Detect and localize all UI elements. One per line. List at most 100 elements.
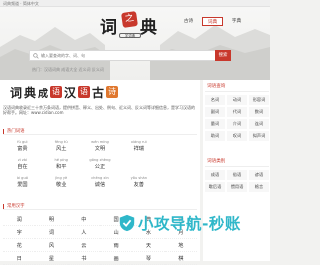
char-item[interactable]: 人 — [67, 228, 100, 239]
sidebar-link[interactable]: 副词 — [205, 107, 225, 117]
tab-dictionary[interactable]: 词典 — [202, 17, 223, 26]
char-item[interactable]: 星 — [35, 254, 68, 265]
word-text: 爱国 — [17, 182, 28, 188]
banner-char: 词 — [10, 85, 23, 100]
char-item[interactable]: 字 — [3, 228, 36, 239]
word-item[interactable] — [119, 158, 158, 173]
sidebar-link[interactable]: 连词 — [249, 119, 269, 129]
word-item[interactable]: ài guó 爱国 — [3, 176, 42, 191]
sidebar-link[interactable]: 代词 — [227, 107, 247, 117]
char-item[interactable]: 云 — [67, 241, 100, 252]
word-item[interactable]: chéng xìn 诚信 — [81, 176, 120, 191]
char-item[interactable]: 词 — [35, 228, 68, 239]
watermark-text: 小攻导航-秒账 — [138, 215, 241, 233]
sidebar-link[interactable]: 介词 — [227, 119, 247, 129]
panel-title: 词语类别 — [205, 158, 269, 167]
top-bar-crumb: 词典频道 · 简体中文 — [3, 1, 39, 6]
sidebar-link[interactable]: 惯用语 — [227, 182, 247, 192]
top-bar: 词典频道 · 简体中文 — [0, 0, 270, 7]
banner-char: 汉 — [64, 85, 77, 100]
word-text: 友善 — [133, 182, 144, 188]
word-text: 祥瑞 — [133, 146, 144, 152]
word-text: 自在 — [17, 164, 28, 170]
char-item[interactable]: 花 — [3, 241, 36, 252]
sidebar-link[interactable]: 格言 — [249, 182, 269, 192]
sidebar-link[interactable]: 叹词 — [227, 131, 247, 141]
sidebar-link[interactable]: 拟声词 — [249, 131, 269, 141]
banner-char: 古 — [92, 85, 105, 100]
sidebar-link[interactable]: 数词 — [249, 107, 269, 117]
banner-char: 典 — [24, 85, 37, 100]
char-item[interactable]: 明 — [35, 215, 68, 226]
char-item[interactable]: 风 — [35, 241, 68, 252]
word-text: 和平 — [56, 164, 67, 170]
word-item[interactable]: gōng zhèng 公正 — [81, 158, 120, 173]
hot-searches: 热门：汉语词典 成语大全 近义词 反义词 — [32, 67, 104, 72]
site-logo[interactable]: 词 之 典 字词典 — [100, 9, 164, 49]
intro-text: 汉语词典收录近三十余万条词语，提供拼音、释义、出处、例句、近义词、反义词等详细信… — [3, 105, 195, 116]
word-item[interactable]: zì zài 自在 — [3, 158, 42, 173]
char-item[interactable]: 琴 — [132, 254, 165, 265]
watermark: 小攻导航-秒账 — [118, 211, 241, 235]
sidebar-link[interactable]: 动词 — [227, 95, 247, 105]
sidebar-link[interactable]: 形容词 — [249, 95, 269, 105]
logo-char-left: 词 — [100, 18, 117, 38]
word-item[interactable]: fù guì 富贵 — [3, 140, 42, 155]
banner-char: 成 — [38, 88, 49, 100]
char-item[interactable]: 棋 — [164, 254, 197, 265]
word-item[interactable] — [158, 176, 197, 191]
section-header-words: 热门词语 — [3, 129, 197, 135]
char-item[interactable]: 画 — [99, 254, 133, 265]
banner-seal: 诗 — [106, 86, 119, 98]
word-item[interactable]: jìng yè 敬业 — [42, 176, 81, 191]
search-bar: 搜索 — [29, 50, 231, 61]
section-title: 常用汉字 — [7, 204, 25, 209]
panel-grid: 成语 俗语 谚语 歇后语 惯用语 格言 — [205, 170, 269, 192]
tab-poems[interactable]: 古诗 — [178, 17, 199, 26]
word-item[interactable] — [158, 158, 197, 173]
banner-seal: 语 — [50, 86, 63, 98]
word-text: 文明 — [94, 146, 106, 152]
word-text: 诚信 — [94, 182, 106, 188]
main-nav: 古诗 词典 字典 — [178, 17, 247, 26]
banner-seal: 语 — [78, 86, 91, 98]
sidebar-link[interactable]: 谚语 — [249, 170, 269, 180]
word-text: 风土 — [56, 146, 67, 152]
word-grid: fù guì 富贵 fēng tǔ 风土 wén míng 文明 xiáng ruì 祥… — [3, 140, 197, 191]
word-item[interactable]: xiáng ruì 祥瑞 — [119, 140, 158, 155]
sidebar-panel-categories: 词语类别 成语 俗语 谚语 歇后语 惯用语 格言 — [205, 158, 269, 192]
word-item[interactable] — [158, 140, 197, 155]
sidebar-panel-query: 词语查询 名词 动词 形容词 副词 代词 数词 量词 介词 连词 助词 叹词 拟… — [205, 83, 269, 141]
sidebar-link[interactable]: 名词 — [205, 95, 225, 105]
char-item[interactable]: 地 — [164, 241, 197, 252]
shield-check-icon — [119, 214, 135, 232]
panel-title: 词语查询 — [205, 83, 269, 92]
sidebar-link[interactable]: 歇后语 — [205, 182, 225, 192]
char-item[interactable]: 天 — [132, 241, 165, 252]
logo-char-right: 典 — [140, 18, 157, 38]
logo-subtitle: 字词典 — [119, 33, 141, 38]
word-text: 富贵 — [17, 146, 28, 152]
sidebar-link[interactable]: 俗语 — [227, 170, 247, 180]
search-button[interactable]: 搜索 — [215, 50, 231, 61]
char-item[interactable]: 日 — [3, 254, 36, 265]
section-header-chars: 常用汉字 — [3, 204, 197, 210]
search-input[interactable] — [41, 51, 211, 60]
search-icon — [33, 53, 39, 59]
char-item[interactable]: 书 — [67, 254, 100, 265]
char-item[interactable]: 中 — [67, 215, 100, 226]
word-item[interactable]: fēng tǔ 风土 — [42, 140, 81, 155]
tab-characters[interactable]: 字典 — [226, 17, 247, 26]
word-item[interactable]: yǒu shàn 友善 — [119, 176, 158, 191]
char-item[interactable]: 雨 — [99, 241, 133, 252]
logo-seal: 之 — [121, 11, 138, 28]
word-item[interactable]: wén míng 文明 — [81, 140, 120, 155]
sidebar-link[interactable]: 成语 — [205, 170, 225, 180]
sidebar-link[interactable]: 助词 — [205, 131, 225, 141]
char-item[interactable]: 润 — [3, 215, 36, 226]
word-text: 公正 — [94, 164, 106, 170]
section-title: 热门词语 — [7, 129, 25, 134]
word-item[interactable]: hé píng 和平 — [42, 158, 81, 173]
sidebar-link[interactable]: 量词 — [205, 119, 225, 129]
panel-grid: 名词 动词 形容词 副词 代词 数词 量词 介词 连词 助词 叹词 拟声词 — [205, 95, 269, 141]
